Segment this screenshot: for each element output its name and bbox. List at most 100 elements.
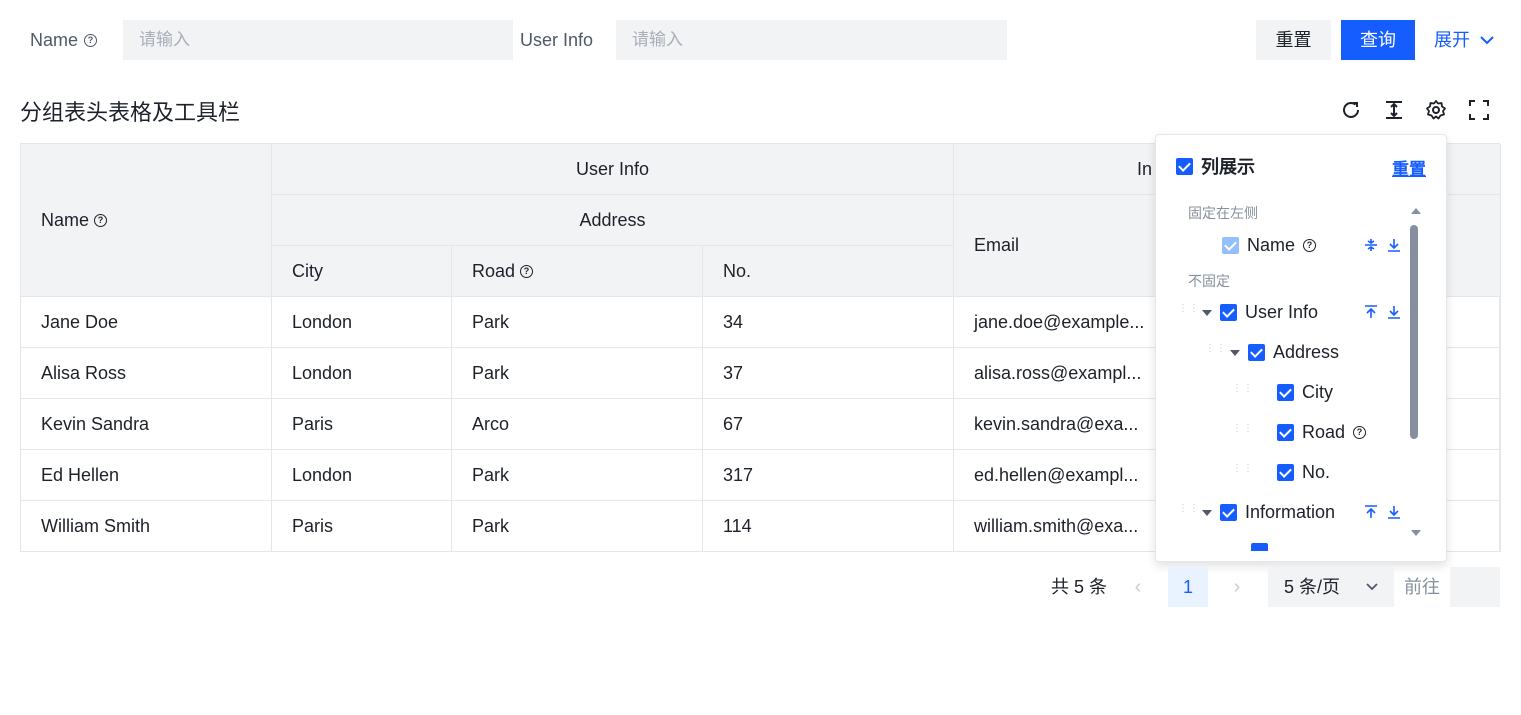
scroll-up-icon[interactable] xyxy=(1410,207,1422,215)
column-item-no[interactable]: No. xyxy=(1277,462,1330,483)
checkbox-checked-icon[interactable] xyxy=(1220,304,1237,321)
column-item-information[interactable]: Information xyxy=(1202,502,1335,523)
prev-page-icon[interactable]: ‹ xyxy=(1123,567,1153,607)
goto-label: 前往 xyxy=(1404,577,1440,597)
expand-button[interactable]: 展开 xyxy=(1434,20,1504,60)
density-icon[interactable] xyxy=(1383,99,1405,121)
table-cell-city: Paris xyxy=(272,399,452,450)
header-road-text: Road xyxy=(472,260,516,281)
refresh-icon[interactable] xyxy=(1340,99,1362,121)
help-icon: ? xyxy=(84,33,98,47)
chevron-down-icon xyxy=(1480,36,1494,45)
header-road: Road ? xyxy=(452,246,703,297)
header-no: No. xyxy=(703,246,954,297)
header-city: City xyxy=(272,246,452,297)
table-cell-name: William Smith xyxy=(21,501,272,552)
scroll-down-icon[interactable] xyxy=(1410,529,1422,537)
drag-handle-icon[interactable]: ⋮⋮ xyxy=(1232,384,1253,400)
help-icon: ? xyxy=(94,213,108,227)
table-cell-city: London xyxy=(272,348,452,399)
checkbox-checked-icon[interactable] xyxy=(1277,384,1294,401)
header-name-text: Name xyxy=(41,209,90,230)
name-filter-label: Name ? xyxy=(30,20,98,60)
checkbox-checked-icon[interactable] xyxy=(1277,424,1294,441)
name-search-input[interactable] xyxy=(123,20,513,60)
table-cell-no: 67 xyxy=(703,399,954,450)
caret-down-icon[interactable] xyxy=(1202,509,1212,516)
drag-handle-icon[interactable]: ⋮⋮ xyxy=(1205,344,1226,360)
checkbox-checked-icon[interactable] xyxy=(1277,464,1294,481)
header-address: Address xyxy=(272,195,954,246)
page-title: 分组表头表格及工具栏 xyxy=(20,100,241,125)
table-cell-no: 37 xyxy=(703,348,954,399)
table-cell-city: Paris xyxy=(272,501,452,552)
header-user-info: User Info xyxy=(272,144,954,195)
goto-page-input[interactable] xyxy=(1450,567,1500,607)
pin-top-icon[interactable] xyxy=(1363,304,1379,320)
column-item-information-label: Information xyxy=(1245,502,1336,522)
column-item-user-info-label: User Info xyxy=(1245,302,1319,322)
pin-bottom-icon[interactable] xyxy=(1386,304,1402,320)
scrollbar-thumb[interactable] xyxy=(1410,225,1418,439)
help-icon: ? xyxy=(520,264,534,278)
table-cell-name: Ed Hellen xyxy=(21,450,272,501)
checkbox-checked-icon[interactable] xyxy=(1176,157,1193,175)
group-fixed-left: 固定在左侧 xyxy=(1188,205,1258,221)
column-item-name-label: Name xyxy=(1247,235,1296,255)
checkbox-checked-icon[interactable] xyxy=(1220,504,1237,521)
userinfo-filter-label: User Info xyxy=(520,30,594,50)
column-item-city[interactable]: City xyxy=(1277,382,1333,403)
header-name: Name ? xyxy=(21,144,272,297)
help-icon: ? xyxy=(1353,426,1367,439)
column-panel-title: 列展示 xyxy=(1201,157,1255,177)
pin-bottom-icon[interactable] xyxy=(1386,237,1402,253)
table-cell-name: Kevin Sandra xyxy=(21,399,272,450)
pin-top-icon[interactable] xyxy=(1363,504,1379,520)
drag-handle-icon[interactable]: ⋮⋮ xyxy=(1178,304,1199,320)
table-cell-name: Alisa Ross xyxy=(21,348,272,399)
caret-down-icon[interactable] xyxy=(1230,349,1240,356)
column-item-user-info[interactable]: User Info xyxy=(1202,302,1318,323)
table-cell-road: Arco xyxy=(452,399,703,450)
drag-handle-icon[interactable]: ⋮⋮ xyxy=(1178,504,1199,520)
caret-down-icon[interactable] xyxy=(1202,309,1212,316)
column-item-no-label: No. xyxy=(1302,462,1331,482)
table-cell-city: London xyxy=(272,450,452,501)
drag-handle-icon[interactable]: ⋮⋮ xyxy=(1232,464,1253,480)
column-item-road[interactable]: Road ? xyxy=(1277,422,1367,443)
chevron-down-icon xyxy=(1366,583,1378,591)
page-size-select[interactable]: 5 条/页 xyxy=(1268,567,1394,607)
userinfo-search-input[interactable] xyxy=(616,20,1007,60)
expand-label: 展开 xyxy=(1434,30,1470,50)
help-icon: ? xyxy=(1303,239,1317,252)
table-cell-no: 34 xyxy=(703,297,954,348)
table-cell-city: London xyxy=(272,297,452,348)
column-settings-popover: 列展示 重置 固定在左侧 Name ? 不固定 ⋮⋮ User Info ⋮⋮ … xyxy=(1155,134,1447,562)
next-page-icon[interactable]: › xyxy=(1222,567,1252,607)
column-item-name[interactable]: Name ? xyxy=(1222,235,1317,256)
column-reset-link[interactable]: 重置 xyxy=(1392,155,1426,180)
column-item-address[interactable]: Address xyxy=(1230,342,1339,363)
name-filter-label-text: Name xyxy=(30,30,79,50)
query-button[interactable]: 查询 xyxy=(1341,20,1415,60)
fullscreen-icon[interactable] xyxy=(1468,99,1490,121)
pagination-total: 共 5 条 xyxy=(1051,577,1108,597)
unpin-icon[interactable] xyxy=(1363,237,1379,253)
page-number-current[interactable]: 1 xyxy=(1168,567,1208,607)
checkbox-checked-icon[interactable] xyxy=(1248,344,1265,361)
reset-button[interactable]: 重置 xyxy=(1256,20,1331,60)
column-item-address-label: Address xyxy=(1273,342,1340,362)
checkbox-partial-icon xyxy=(1251,543,1268,551)
table-cell-road: Park xyxy=(452,297,703,348)
settings-icon[interactable] xyxy=(1425,99,1447,121)
pin-bottom-icon[interactable] xyxy=(1386,504,1402,520)
table-cell-road: Park xyxy=(452,450,703,501)
table-cell-name: Jane Doe xyxy=(21,297,272,348)
table-cell-no: 114 xyxy=(703,501,954,552)
page-size-label: 5 条/页 xyxy=(1284,577,1341,597)
drag-handle-icon[interactable]: ⋮⋮ xyxy=(1232,424,1253,440)
table-cell-road: Park xyxy=(452,348,703,399)
column-item-city-label: City xyxy=(1302,382,1333,402)
table-cell-no: 317 xyxy=(703,450,954,501)
show-all-columns[interactable]: 列展示 xyxy=(1176,153,1255,179)
